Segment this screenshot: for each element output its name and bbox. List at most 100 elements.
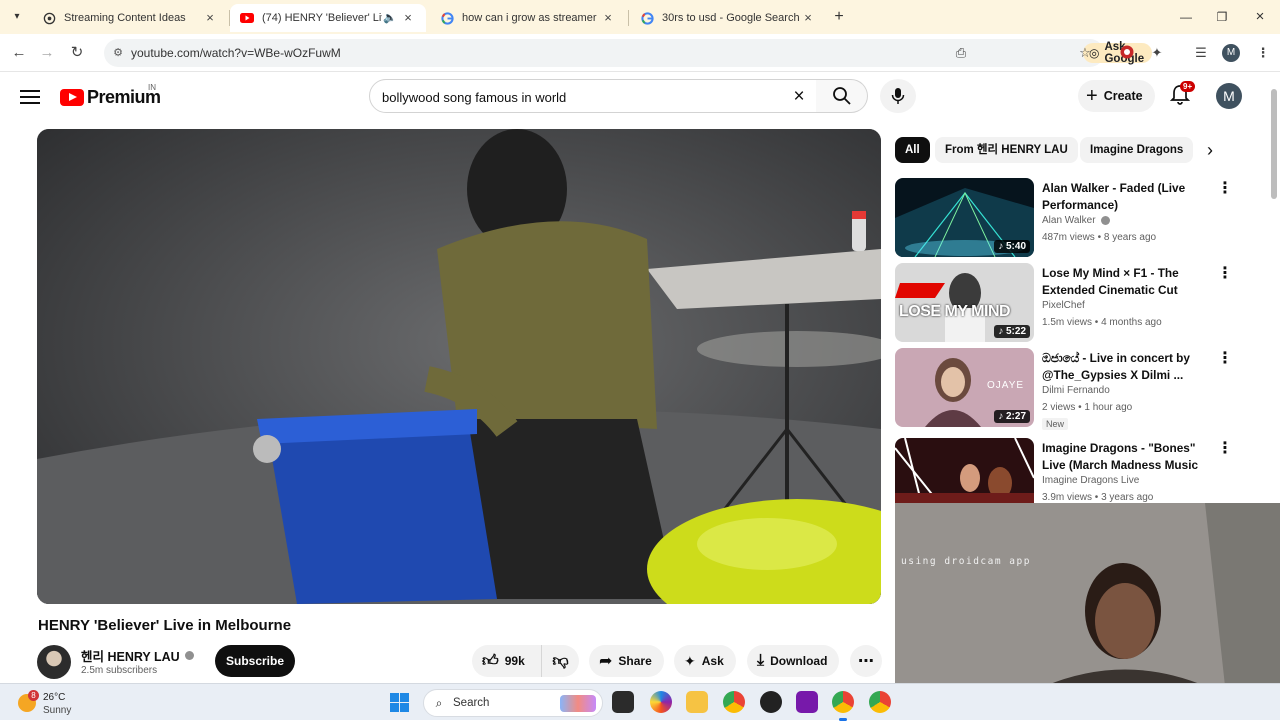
verified-check-icon (1100, 216, 1110, 225)
recommendation-channel-name: Alan Walker (1042, 215, 1096, 226)
windows-start-icon[interactable] (390, 693, 409, 712)
recommendation-channel[interactable]: PixelChef (1042, 300, 1085, 311)
recommendation-channel[interactable]: Dilmi Fernando (1042, 385, 1110, 396)
windows-taskbar: 8 26°C Sunny ⌕ Search (0, 683, 1280, 721)
tab-search-chevron-icon[interactable]: ▾ (8, 8, 26, 26)
recommendation-channel[interactable]: Imagine Dragons Live (1042, 475, 1139, 486)
video-thumbnail[interactable]: ♪ 5:40 (895, 178, 1034, 257)
scrollbar-thumb[interactable] (1271, 89, 1277, 199)
voice-search-button[interactable] (880, 79, 916, 113)
dislike-button[interactable]: 👎︎ (542, 652, 579, 671)
recommendation-menu-icon[interactable]: ⋮ (1217, 440, 1233, 458)
recommendation-title[interactable]: ඔජායේ - Live in concert by @The_Gypsies … (1042, 350, 1212, 383)
tab-close-icon[interactable]: × (800, 10, 816, 26)
profile-avatar[interactable]: M (1222, 44, 1240, 62)
video-thumbnail[interactable]: OJAYE ♪ 2:27 (895, 348, 1034, 427)
taskbar-search[interactable]: ⌕ Search (423, 689, 603, 717)
chip-from-channel[interactable]: From 헨리 HENRY LAU (935, 137, 1078, 163)
chrome-icon[interactable] (723, 691, 745, 713)
chip-imagine-dragons[interactable]: Imagine Dragons (1080, 137, 1194, 163)
notifications-button[interactable]: 9+ (1169, 81, 1196, 106)
browser-tab-strip: ▾ Streaming Content Ideas × (74) HENRY '… (0, 0, 1280, 34)
address-url[interactable]: youtube.com/watch?v=WBe-wOzFuwM (131, 46, 341, 60)
tab-streaming-content-ideas[interactable]: Streaming Content Ideas × (32, 4, 228, 32)
reload-icon[interactable]: ↻ (68, 44, 86, 62)
guide-menu-icon[interactable] (20, 87, 40, 105)
extensions-puzzle-icon[interactable]: ✦ (1148, 44, 1166, 62)
install-app-icon[interactable]: ⎙ (952, 44, 970, 62)
search-box[interactable]: × (369, 79, 817, 113)
like-button[interactable]: 👍︎ 99k (472, 645, 542, 677)
back-arrow-icon[interactable]: ← (10, 44, 28, 62)
video-thumbnail[interactable]: LOSE MY MIND ♪ 5:22 (895, 263, 1034, 342)
tab-grow-as-streamer[interactable]: how can i grow as streamer on × (430, 4, 626, 32)
tab-audio-speaker-icon[interactable]: 🔈 (382, 10, 398, 26)
download-label: Download (770, 654, 828, 668)
chrome-second-profile-icon[interactable] (869, 691, 891, 713)
duration-badge: ♪ 2:27 (994, 410, 1030, 423)
more-actions-icon[interactable]: ⋯ (850, 645, 882, 677)
file-explorer-icon[interactable] (686, 691, 708, 713)
tab-close-icon[interactable]: × (202, 10, 218, 26)
create-button[interactable]: + Create (1078, 80, 1155, 112)
video-title: HENRY 'Believer' Live in Melbourne (38, 617, 292, 634)
tab-separator (628, 10, 629, 26)
search-icon (832, 87, 851, 105)
channel-avatar[interactable] (37, 645, 71, 679)
minimize-window-icon[interactable]: — (1176, 8, 1196, 26)
ask-button[interactable]: ✦ Ask (674, 645, 736, 677)
thumbs-down-icon: 👎︎ (552, 652, 569, 670)
recommendation-item[interactable]: ♪ 5:40 Alan Walker - Faded (Live Perform… (895, 178, 1235, 258)
obs-icon[interactable] (760, 691, 782, 713)
recommendation-menu-icon[interactable]: ⋮ (1217, 350, 1233, 368)
forward-arrow-icon[interactable]: → (38, 44, 56, 62)
share-button[interactable]: ➦ Share (589, 645, 664, 677)
download-icon: ⤓ (757, 652, 765, 669)
reading-list-icon[interactable]: ☰ (1192, 44, 1210, 62)
bookmark-star-icon[interactable]: ☆ (1076, 44, 1094, 62)
google-icon (440, 11, 454, 25)
recommendation-menu-icon[interactable]: ⋮ (1217, 180, 1233, 198)
download-button[interactable]: ⤓ Download (747, 645, 840, 677)
share-label: Share (618, 654, 652, 668)
search-input[interactable] (382, 87, 772, 107)
recommendation-item[interactable]: LOSE MY MIND ♪ 5:22 Lose My Mind × F1 - … (895, 263, 1235, 343)
search-icon: ⌕ (435, 696, 443, 710)
youtube-play-logo-icon (60, 89, 84, 106)
address-bar[interactable]: ⚙ youtube.com/watch?v=WBe-wOzFuwM ⎙ ◎ As… (104, 39, 1153, 67)
chrome-profile-icon[interactable] (832, 691, 854, 721)
copilot-icon[interactable] (650, 691, 672, 713)
recommendation-title[interactable]: Alan Walker - Faded (Live Performance) (1042, 180, 1212, 213)
chrome-menu-kebab-icon[interactable]: ⋮ (1254, 44, 1272, 62)
channel-name[interactable]: 헨리 HENRY LAU (81, 646, 194, 665)
task-view-icon[interactable] (612, 691, 634, 713)
youtube-premium-logo[interactable]: Premium IN (60, 83, 161, 108)
tab-close-icon[interactable]: × (600, 10, 616, 26)
close-window-icon[interactable]: × (1250, 8, 1270, 26)
video-player[interactable] (37, 129, 881, 604)
thumbs-up-icon: 👍︎ (482, 652, 499, 670)
subscribe-button[interactable]: Subscribe (215, 645, 295, 677)
site-info-tune-icon[interactable]: ⚙ (110, 45, 126, 61)
recommendation-menu-icon[interactable]: ⋮ (1217, 265, 1233, 283)
recommendation-meta: 1.5m views • 4 months ago (1042, 317, 1162, 328)
new-tab-plus-icon[interactable]: + (830, 8, 848, 26)
recommendation-title[interactable]: Imagine Dragons - "Bones" Live (March Ma… (1042, 440, 1212, 473)
recommendation-item[interactable]: OJAYE ♪ 2:27 ඔජායේ - Live in concert by … (895, 348, 1235, 436)
recommendation-channel[interactable]: Alan Walker (1042, 215, 1110, 226)
tab-30rs-to-usd[interactable]: 30rs to usd - Google Search × (630, 4, 826, 32)
clear-search-icon[interactable]: × (788, 86, 810, 108)
weather-widget[interactable]: 8 26°C Sunny (18, 688, 138, 718)
restore-window-icon[interactable]: ❐ (1212, 8, 1232, 26)
youtube-header: Premium IN × + Create 9+ M (0, 73, 1268, 123)
plus-icon: + (1086, 85, 1098, 107)
search-button[interactable] (816, 79, 868, 113)
extension-red-icon[interactable] (1118, 44, 1136, 62)
chip-all[interactable]: All (895, 137, 930, 163)
account-avatar[interactable]: M (1216, 83, 1242, 109)
tab-close-icon[interactable]: × (400, 10, 416, 26)
chevron-right-icon[interactable]: › (1200, 140, 1220, 160)
tab-youtube-video[interactable]: (74) HENRY 'Believer' Live i 🔈 × (230, 4, 426, 32)
onenote-icon[interactable] (796, 691, 818, 713)
recommendation-title[interactable]: Lose My Mind × F1 - The Extended Cinemat… (1042, 265, 1212, 298)
